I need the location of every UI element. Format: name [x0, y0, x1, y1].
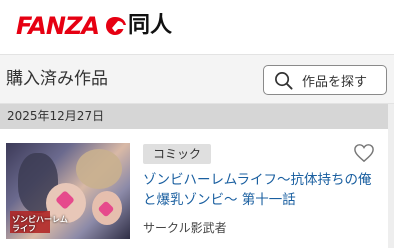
- list-item[interactable]: ゾンビハーレムライフ コミック ゾンビハーレムライフ～抗体持ちの俺と爆乳ゾンビ～…: [0, 129, 388, 248]
- search-works-button[interactable]: 作品を探す: [263, 65, 387, 95]
- favorite-heart-icon[interactable]: [353, 143, 375, 163]
- scrollbar[interactable]: [388, 104, 394, 248]
- thumbnail-title-text: ゾンビハーレムライフ: [12, 215, 68, 233]
- work-thumbnail[interactable]: ゾンビハーレムライフ: [6, 143, 130, 239]
- doujin-mark-icon: [105, 17, 126, 35]
- fanza-doujin-logo[interactable]: FANZA 同人: [16, 13, 172, 39]
- category-badge: コミック: [143, 144, 212, 164]
- search-button-label: 作品を探す: [302, 74, 368, 90]
- purchase-date-header: 2025年12月27日: [0, 104, 388, 129]
- search-icon: [275, 71, 293, 90]
- circle-name: サークル影武者: [143, 221, 227, 235]
- header: FANZA 同人: [0, 0, 394, 54]
- page-title: 購入済み作品: [6, 69, 108, 89]
- fanza-logo-text: FANZA: [16, 12, 100, 40]
- title-bar: 購入済み作品 作品を探す: [0, 54, 394, 104]
- work-title-link[interactable]: ゾンビハーレムライフ～抗体持ちの俺と爆乳ゾンビ～ 第十一話: [143, 170, 383, 210]
- doujin-logo-text: 同人: [127, 13, 172, 38]
